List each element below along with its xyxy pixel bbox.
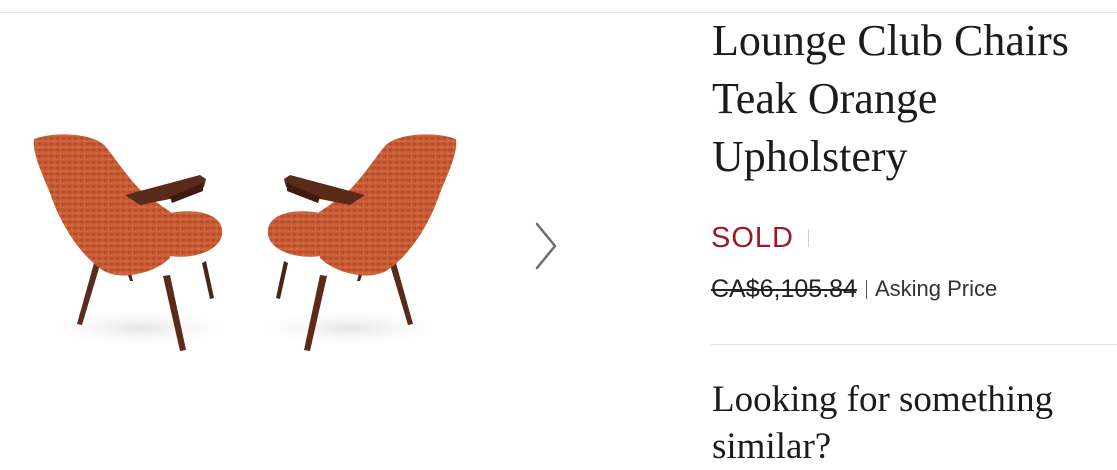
status-separator: [807, 229, 809, 247]
price-separator: [865, 279, 867, 299]
price-value: CA$6,105.84: [711, 274, 857, 303]
right-chair: [240, 134, 460, 351]
similar-items-heading: Looking for something similar?: [712, 379, 1054, 467]
status-badge: SOLD: [711, 221, 794, 254]
price-row: CA$6,105.84 Asking Price: [711, 273, 997, 305]
status-row: SOLD: [711, 220, 809, 256]
left-chair: [30, 134, 250, 351]
price-label: Asking Price: [874, 276, 998, 301]
product-image-gallery: [0, 13, 680, 467]
product-title: Lounge Club Chairs Teak Orange Upholster…: [712, 16, 1069, 181]
section-divider: [711, 344, 1117, 345]
chevron-right-icon[interactable]: [528, 220, 564, 272]
product-image[interactable]: [20, 113, 470, 363]
